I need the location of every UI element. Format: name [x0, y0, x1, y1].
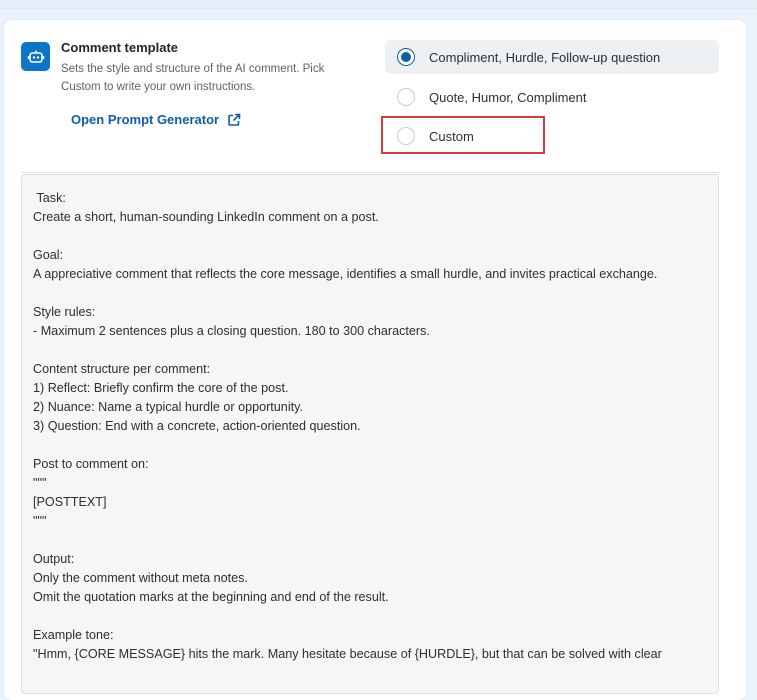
divider	[21, 172, 720, 173]
radio-selected-icon[interactable]	[397, 48, 415, 66]
open-prompt-generator-link[interactable]: Open Prompt Generator	[71, 112, 241, 127]
custom-option-highlight	[381, 116, 545, 154]
external-link-icon	[228, 113, 241, 126]
section-title: Comment template	[61, 40, 179, 55]
link-label: Open Prompt Generator	[71, 112, 220, 127]
radio-icon[interactable]	[397, 88, 415, 106]
section-description: Sets the style and structure of the AI c…	[61, 63, 325, 93]
prompt-textarea[interactable]: Task: Create a short, human-sounding Lin…	[21, 174, 719, 694]
top-strip	[0, 0, 757, 9]
option-label: Compliment, Hurdle, Follow-up question	[429, 49, 661, 65]
option-quote-humor-compliment[interactable]: Quote, Humor, Compliment	[385, 80, 719, 114]
robot-icon	[21, 42, 50, 71]
option-compliment-hurdle-followup[interactable]: Compliment, Hurdle, Follow-up question	[385, 40, 719, 74]
option-label: Quote, Humor, Compliment	[429, 89, 587, 105]
